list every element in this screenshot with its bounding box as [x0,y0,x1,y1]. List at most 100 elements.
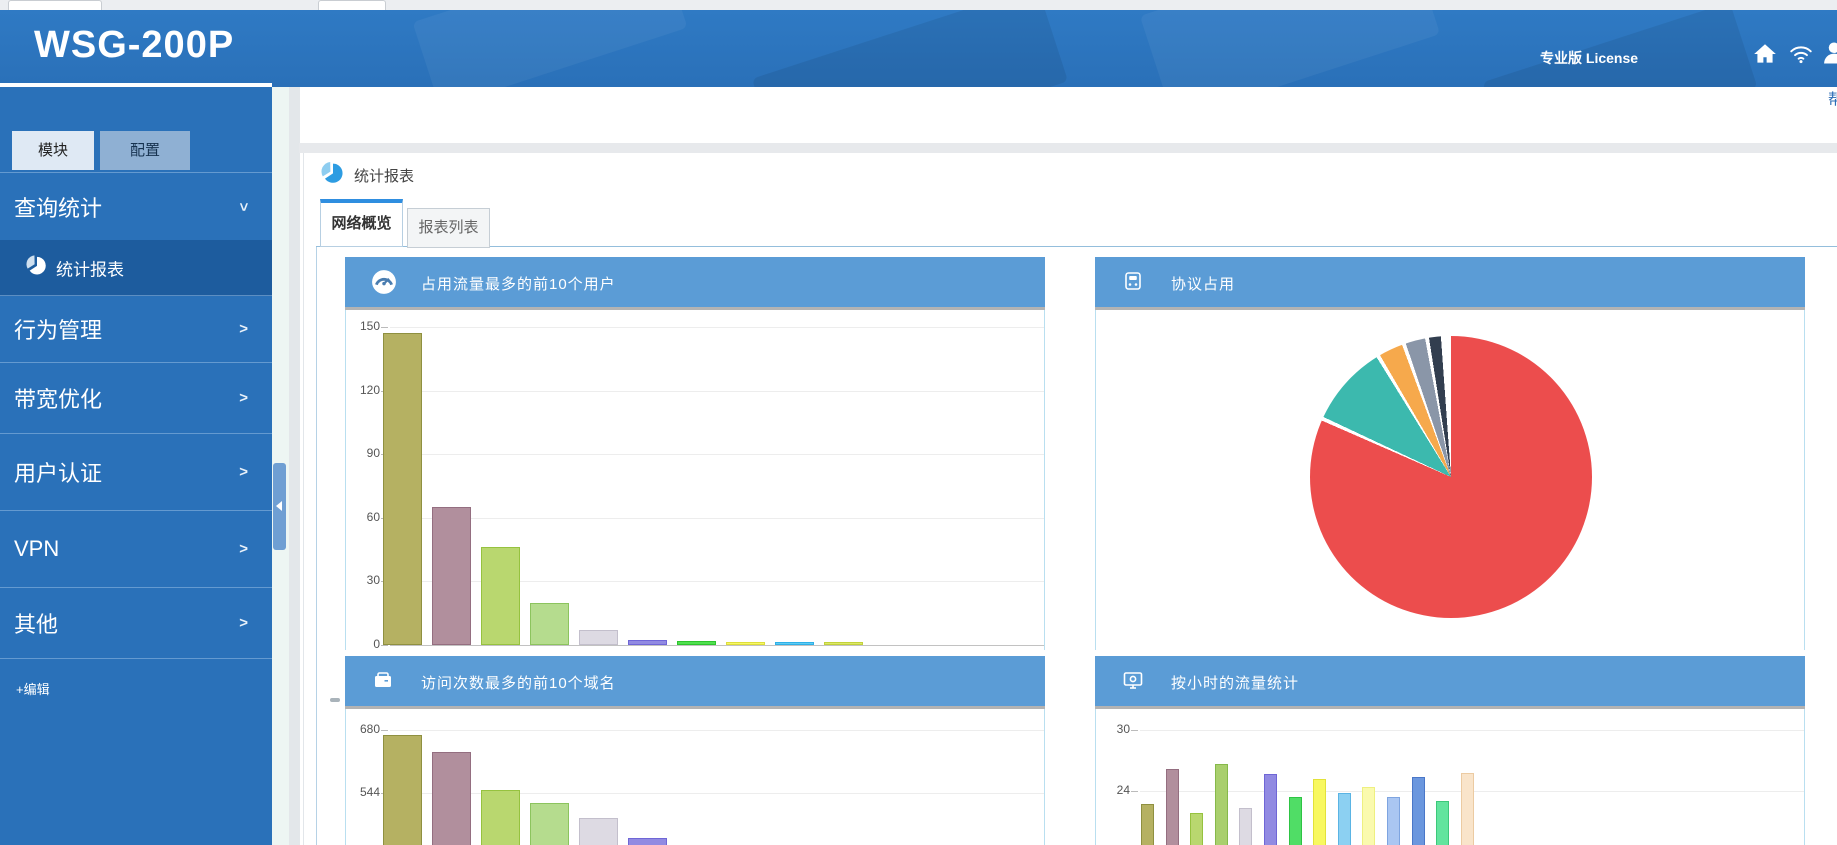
bar [383,333,422,645]
bar [481,547,520,645]
bar [1313,779,1326,845]
bar [824,642,863,645]
tick-mark [381,730,388,731]
bar [1362,787,1375,845]
sidebar-item-behavior[interactable]: 行为管理 > [0,295,272,363]
tick-mark [381,327,388,328]
chevron-right-icon: > [239,389,248,406]
page-title: 统计报表 [354,165,414,186]
chart-title: 协议占用 [1171,273,1235,294]
chart-hourly: 按小时的流量统计 3024 [1095,656,1805,845]
bar [775,642,814,645]
bar [530,803,569,845]
license-label: 专业版 License [1540,48,1638,68]
scroll-strip[interactable] [289,87,300,845]
gridline [390,391,1044,392]
briefcase-icon [371,668,395,697]
bar [432,507,471,645]
bar [1461,773,1474,845]
chevron-right-icon: > [239,463,248,480]
gridline [390,730,1044,731]
sidebar-item-auth[interactable]: 用户认证 > [0,433,272,511]
tick-mark [1131,730,1138,731]
chart-plot: 680544 [345,709,1045,845]
chevron-down-icon: > [235,203,252,212]
bar [1239,808,1252,845]
tick-label: 0 [350,637,380,650]
tab-report-list[interactable]: 报表列表 [407,208,490,248]
sidebar-item-stats-report[interactable]: 统计报表 [0,240,272,296]
tick-label: 24 [1100,783,1130,797]
gridline [390,518,1044,519]
tick-label: 90 [350,446,380,460]
monitor-icon [1121,668,1145,697]
chart-header: 占用流量最多的前10个用户 [345,257,1045,310]
bar [1289,797,1302,845]
bar [726,642,765,645]
bar [1412,777,1425,845]
splitter-dash [330,698,340,702]
card-edge [303,153,304,845]
gridline [390,645,1044,646]
bar [579,630,618,645]
sidebar-item-label: 带宽优化 [14,382,102,414]
chart-top-users: 占用流量最多的前10个用户 1501209060300 [345,257,1045,650]
tick-label: 544 [350,785,380,799]
browser-strip [0,0,1837,10]
chart-top-domains: 访问次数最多的前10个域名 680544 [345,656,1045,845]
clipped-help-link[interactable]: 帮 [1828,88,1837,109]
bar [628,640,667,645]
pie-chart-icon [22,254,52,281]
pie-chart-icon [317,161,349,190]
keyboard-texture [412,10,687,87]
chart-title: 访问次数最多的前10个域名 [421,672,616,693]
keyboard-texture [1140,10,1440,87]
gridline [390,454,1044,455]
protocol-pie [1310,336,1592,618]
sidebar-item-label: 其他 [14,607,58,639]
sidebar-item-query-stats[interactable]: 查询统计 > [0,172,272,242]
bar [383,735,422,845]
product-logo: WSG-200P [34,24,234,67]
robot-icon [1121,269,1145,298]
tick-label: 120 [350,383,380,397]
tabstrip-border [316,246,1837,247]
bar [677,641,716,645]
bar [1338,793,1351,845]
tab-network-overview[interactable]: 网络概览 [320,199,403,247]
gridline [390,327,1044,328]
chart-title: 占用流量最多的前10个用户 [421,273,616,294]
edit-link[interactable]: +编辑 [16,679,50,698]
tick-label: 150 [350,319,380,333]
sidebar-item-bandwidth[interactable]: 带宽优化 > [0,362,272,434]
chart-plot: 1501209060300 [345,310,1045,650]
panel-border [316,246,317,845]
sidebar-tab-modules[interactable]: 模块 [12,131,94,170]
tick-label: 30 [350,573,380,587]
chevron-right-icon: > [239,614,248,631]
bar [1190,813,1203,845]
wifi-icon[interactable] [1788,41,1814,67]
home-icon[interactable] [1752,41,1778,67]
content-top-strip [299,143,1837,153]
sidebar-item-label: 行为管理 [14,313,102,345]
app-header: WSG-200P 专业版 License [0,10,1837,87]
bar [1215,764,1228,845]
sidebar-collapse-handle[interactable] [273,463,286,550]
bar [1436,801,1449,845]
sidebar-item-other[interactable]: 其他 > [0,587,272,659]
gauge-icon [371,269,397,300]
sidebar-item-label: 统计报表 [56,255,124,280]
chevron-right-icon: > [239,320,248,337]
sidebar-item-vpn[interactable]: VPN > [0,510,272,588]
sidebar-item-label: 用户认证 [14,456,102,488]
chart-plot [1095,310,1805,650]
bar [579,818,618,845]
bar [530,603,569,645]
tick-label: 30 [1100,722,1130,736]
user-icon[interactable] [1820,39,1837,65]
chart-header: 访问次数最多的前10个域名 [345,656,1045,709]
chart-header: 协议占用 [1095,257,1805,310]
browser-tab-fragment [8,0,102,10]
sidebar-tab-config[interactable]: 配置 [100,131,190,170]
